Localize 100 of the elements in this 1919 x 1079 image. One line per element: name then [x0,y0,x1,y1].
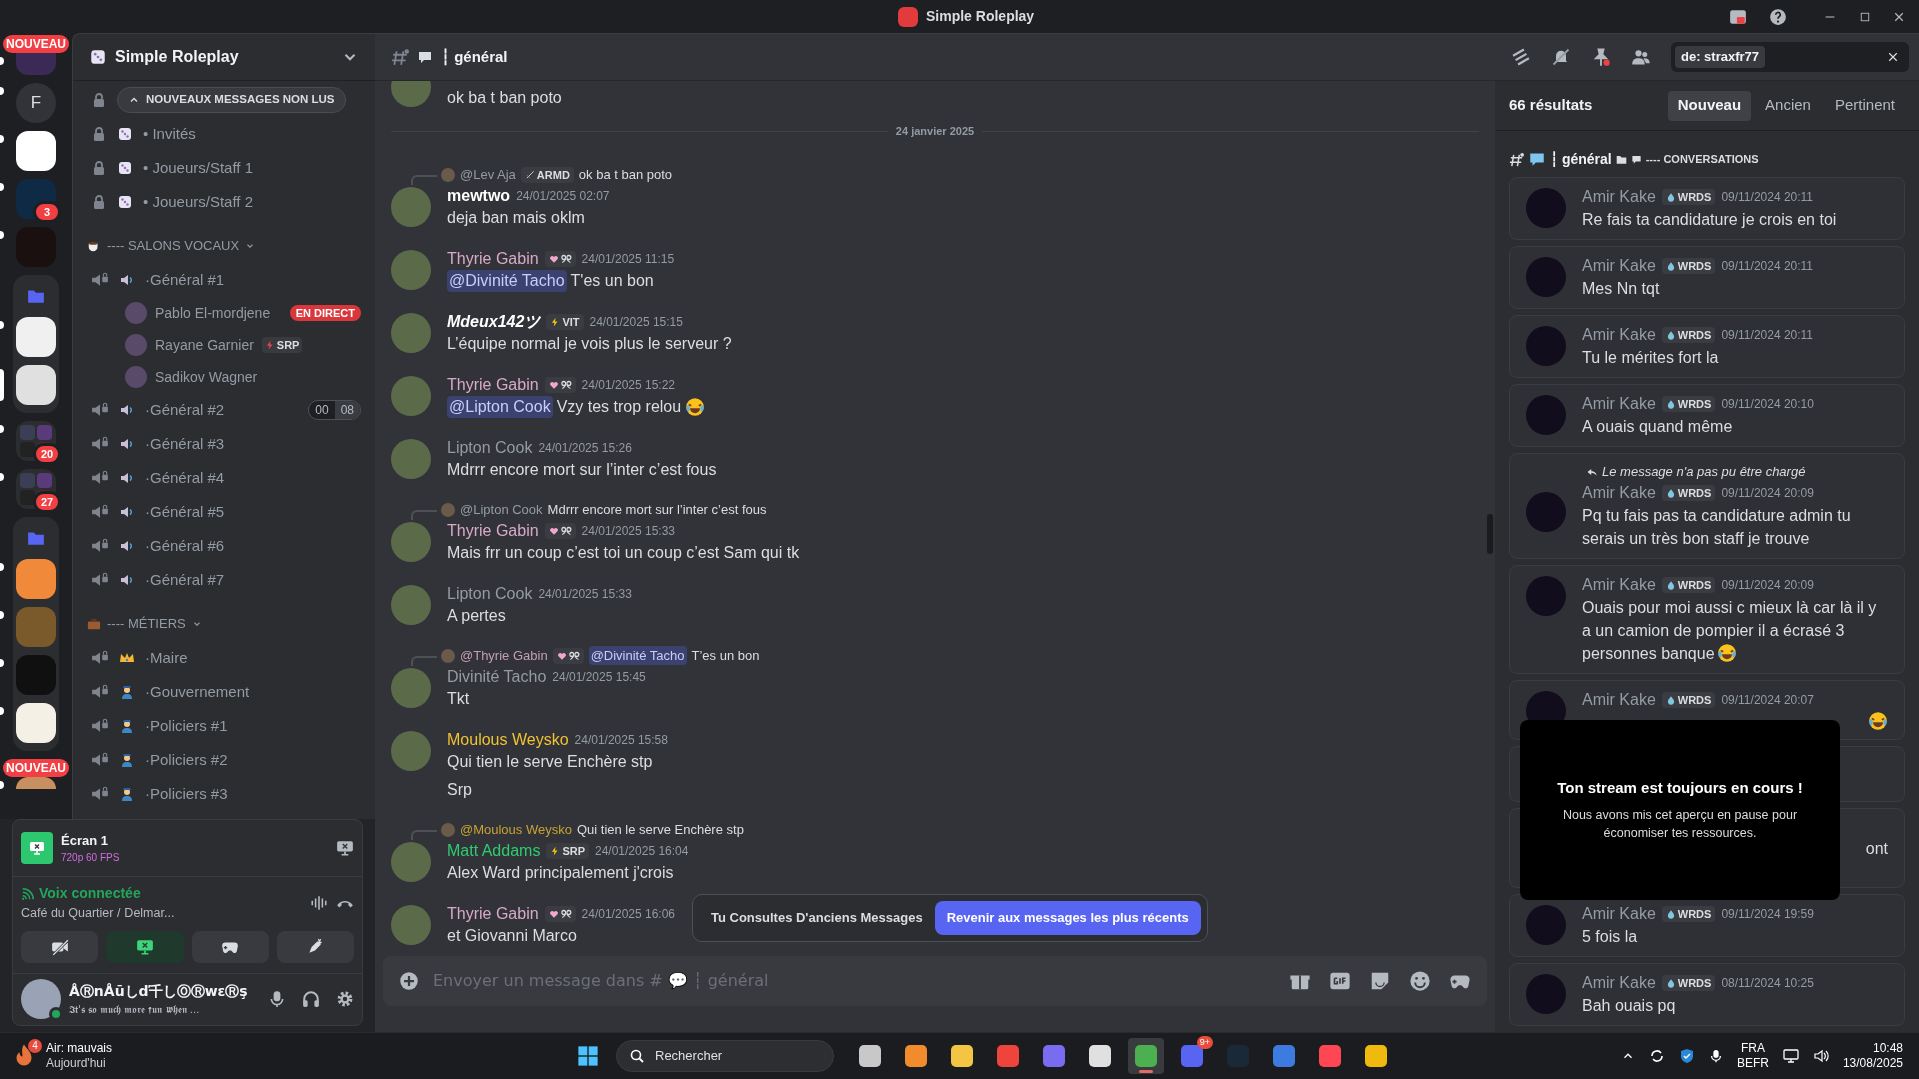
category-header[interactable]: ---- MÉTIERS [81,607,367,641]
voice-control-button[interactable] [276,930,354,963]
headset-icon[interactable] [302,990,320,1009]
settings-icon[interactable] [336,990,354,1009]
reply-author[interactable]: @Moulous Weysko [460,819,572,840]
author-name[interactable]: Amir Kake [1582,392,1656,416]
search-result[interactable]: Amir Kake WRDS 09/11/2024 20:10 A ouais quand même [1509,384,1905,447]
reply-author[interactable]: @Thyrie Gabin [460,645,548,666]
microphone-icon[interactable] [268,990,286,1009]
voice-channel-name[interactable]: Delmar... [124,904,175,923]
author-name[interactable]: Moulous Weysko [447,727,569,752]
server-header[interactable]: Simple Roleplay [73,34,375,81]
pin-icon[interactable] [1591,47,1611,67]
volume-icon[interactable] [1812,1048,1829,1064]
folder-icon[interactable] [27,287,45,305]
author-name[interactable]: Lipton Cook [447,581,533,606]
voice-control-button[interactable] [21,930,99,963]
voice-channel[interactable]: ·Général #3 [81,427,367,461]
search-result[interactable]: Amir Kake WRDS 09/11/2024 20:09 Ouais pour moi aussi c mieux là car là il y a un camion de pompier il a écrasé 3 personnes banque [1509,565,1905,674]
author-name[interactable]: Amir Kake [1582,185,1656,209]
microphone-icon[interactable] [1708,1049,1723,1063]
taskbar-search[interactable]: Rechercher [616,1040,834,1072]
author-name[interactable]: Amir Kake [1582,971,1656,995]
sort-tab[interactable]: Pertinent [1824,90,1905,121]
search-result[interactable]: Le message n'a pas pu être chargé Amir Kake WRDS 09/11/2024 20:09 Pq tu fais pas ta candidature admin tu serais un très bon staff je trouve [1509,453,1905,559]
voice-channel[interactable]: ·Gouvernement [81,675,367,709]
sync-icon[interactable] [1648,1048,1665,1064]
server-logo-placeholder[interactable] [16,317,56,357]
server-logo-placeholder[interactable] [16,365,56,405]
mention[interactable]: @Lipton Cook [447,395,553,418]
voice-channel[interactable]: ·Général #1 [81,263,367,297]
voice-channel[interactable]: ·Général #6 [81,529,367,563]
author-name[interactable]: Amir Kake [1582,323,1656,347]
mention[interactable]: @Divinité Tacho [588,645,687,666]
language-indicator[interactable]: FRA BEFR [1736,1041,1769,1071]
network-icon[interactable] [1782,1048,1799,1064]
category-header[interactable]: ---- SALONS VOCAUX [81,229,367,263]
clock[interactable]: 10:48 13/08/2025 [1842,1041,1907,1071]
voice-channel-name[interactable]: Café du Quartier / [21,904,121,923]
search-result[interactable]: Amir Kake WRDS 09/11/2024 20:11 Re fais ta candidature je crois en toi [1509,177,1905,240]
search-result[interactable]: Amir Kake WRDS 08/11/2024 10:25 Bah ouais pq [1509,963,1905,1026]
author-name[interactable]: Amir Kake [1582,481,1656,505]
add-attachment-icon[interactable] [399,971,419,991]
author-name[interactable]: Mdeux142ツ [447,309,541,334]
unread-messages-pill[interactable]: NOUVEAUX MESSAGES NON LUS [117,87,346,113]
close-icon[interactable] [1893,10,1905,23]
shield-icon[interactable] [1678,1048,1695,1064]
voice-channel[interactable]: ·Policiers #2 [81,743,367,777]
search-result[interactable]: Amir Kake WRDS 09/11/2024 19:59 5 fois la [1509,894,1905,957]
channel-item[interactable]: • Joueurs/Staff 2 [81,185,367,219]
search-result[interactable]: Amir Kake WRDS 09/11/2024 20:11 Tu le mérites fort la [1509,315,1905,378]
author-name[interactable]: Thyrie Gabin [447,372,539,397]
author-name[interactable]: Lipton Cook [447,435,533,460]
sticker-icon[interactable] [1369,970,1391,992]
mention[interactable]: @Divinité Tacho [447,269,567,292]
stop-stream-icon[interactable] [336,839,354,857]
taskbar-app[interactable]: 9+ [1174,1038,1210,1074]
author-name[interactable]: Amir Kake [1582,902,1656,926]
noise-suppression-icon[interactable] [310,893,328,912]
inbox-icon[interactable] [1729,7,1747,26]
search-result[interactable]: Amir Kake WRDS 09/11/2024 20:11 Mes Nn tqt [1509,246,1905,309]
gif-icon[interactable] [1329,970,1351,992]
voice-channel[interactable]: ·Policiers #3 [81,777,367,811]
author-name[interactable]: Matt Addams [447,838,541,863]
weather-widget[interactable]: 4 Air: mauvais Aujourd'hui [12,1041,113,1071]
message-input[interactable]: Envoyer un message dans # 💬 ┆ général [433,969,1271,993]
author-name[interactable]: Amir Kake [1582,254,1656,278]
author-name[interactable]: Amir Kake [1582,573,1656,597]
server-logo-placeholder[interactable] [16,703,56,743]
voice-member[interactable]: Rayane Garnier SRP [81,329,367,361]
author-name[interactable]: Thyrie Gabin [447,518,539,543]
author-name[interactable]: mewtwo [447,183,511,208]
voice-channel[interactable]: ·Général #4 [81,461,367,495]
author-name[interactable]: Amir Kake [1582,688,1656,712]
voice-channel[interactable]: ·Général #2 00 08 [81,393,367,427]
channel-item[interactable]: • Invités [81,117,367,151]
mute-bell-icon[interactable] [1551,47,1571,67]
server-logo-placeholder[interactable] [16,131,56,171]
members-icon[interactable] [1631,47,1651,67]
reply-author[interactable]: @Lipton Cook [460,499,543,520]
search-field[interactable]: de: straxfr77 [1671,42,1909,72]
help-icon[interactable] [1769,7,1787,26]
maximize-icon[interactable] [1859,10,1871,23]
author-name[interactable]: Divinité Tacho [447,664,547,689]
reply-author[interactable]: @Lev Aja [460,164,516,185]
emoji-icon[interactable] [1409,970,1431,992]
voice-member[interactable]: Sadikov Wagner [81,361,367,393]
voice-member[interactable]: Pablo El-mordjene EN DIRECT [81,297,367,329]
voice-channel[interactable]: ·Général #5 [81,495,367,529]
jump-to-present-button[interactable]: Revenir aux messages les plus récents [934,901,1201,935]
voice-channel[interactable]: ·Maire [81,641,367,675]
author-name[interactable]: Thyrie Gabin [447,901,539,926]
threads-icon[interactable] [1511,47,1531,67]
voice-control-button[interactable] [106,930,184,963]
clear-search-icon[interactable] [1887,51,1899,63]
voice-channel[interactable]: ·Policiers #1 [81,709,367,743]
voice-channel[interactable]: ·Général #7 [81,563,367,597]
channel-item[interactable]: • Joueurs/Staff 1 [81,151,367,185]
author-name[interactable]: Thyrie Gabin [447,246,539,271]
server-logo-placeholder[interactable] [16,777,56,789]
